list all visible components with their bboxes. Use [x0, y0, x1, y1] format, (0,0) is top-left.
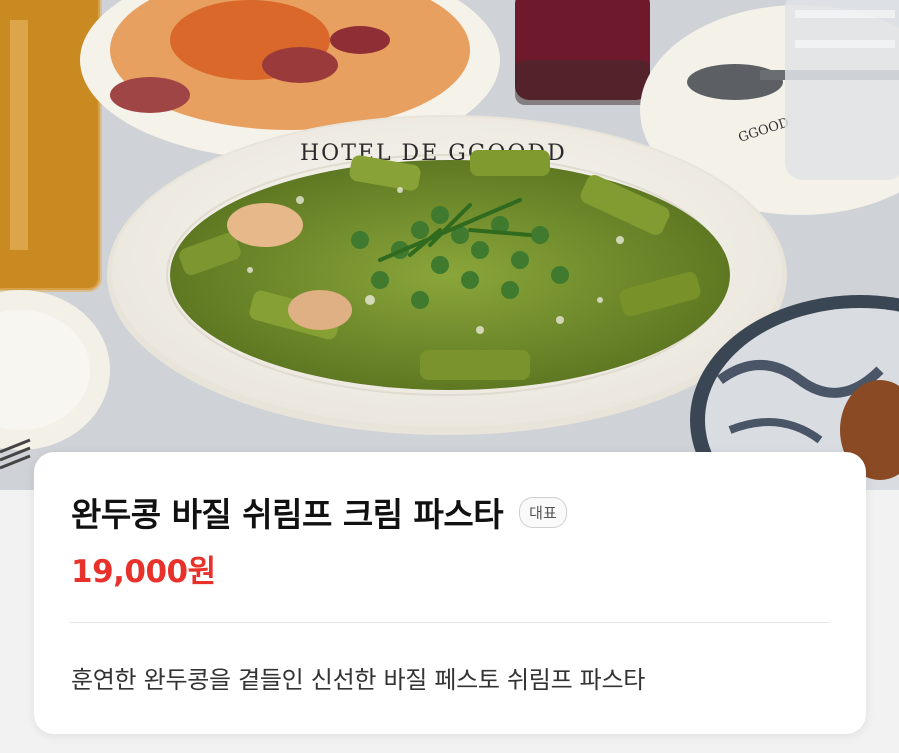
pasta-photo-illustration: GGOOD HOTEL DE GGOODD [0, 0, 899, 490]
menu-info-card: 완두콩 바질 쉬림프 크림 파스타 대표 19,000원 훈연한 완두콩을 곁들… [34, 452, 866, 734]
water-glass [785, 0, 899, 180]
menu-photo: GGOOD HOTEL DE GGOODD [0, 0, 899, 490]
signature-badge: 대표 [519, 496, 567, 528]
red-drink-glass [515, 0, 650, 105]
menu-description: 훈연한 완두콩을 곁들인 신선한 바질 페스토 쉬림프 파스타 [71, 666, 646, 694]
menu-title: 완두콩 바질 쉬림프 크림 파스타 [71, 495, 504, 534]
title-row: 완두콩 바질 쉬림프 크림 파스타 대표 [71, 488, 567, 536]
menu-price: 19,000원 [71, 554, 216, 590]
divider [70, 622, 830, 623]
